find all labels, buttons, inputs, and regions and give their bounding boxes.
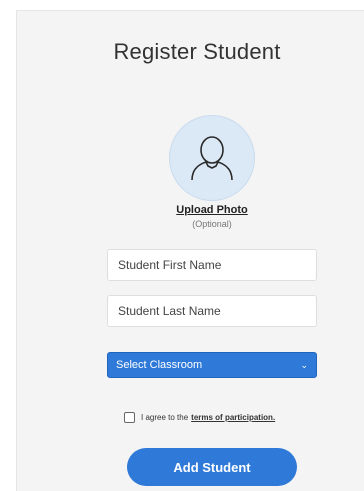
- page-title: Register Student: [113, 39, 281, 64]
- chevron-down-icon: ⌄: [300, 359, 308, 370]
- add-student-button[interactable]: Add Student: [127, 448, 297, 486]
- terms-link[interactable]: terms of participation.: [191, 413, 275, 422]
- first-name-field[interactable]: [107, 249, 317, 281]
- upload-optional-hint: (Optional): [192, 219, 232, 229]
- classroom-select-value: Select Classroom: [116, 359, 203, 371]
- upload-photo-link[interactable]: Upload Photo: [17, 204, 364, 216]
- classroom-select[interactable]: Select Classroom ⌄: [107, 352, 317, 378]
- user-silhouette-icon: [191, 136, 233, 181]
- terms-agreement: I agree to the terms of participation.: [124, 410, 275, 424]
- agree-checkbox[interactable]: [124, 411, 135, 423]
- register-student-card: Register Student Upload Photo (Optional)…: [16, 10, 364, 491]
- agree-text: I agree to the: [141, 412, 189, 422]
- avatar[interactable]: [169, 115, 255, 201]
- last-name-field[interactable]: [107, 295, 317, 327]
